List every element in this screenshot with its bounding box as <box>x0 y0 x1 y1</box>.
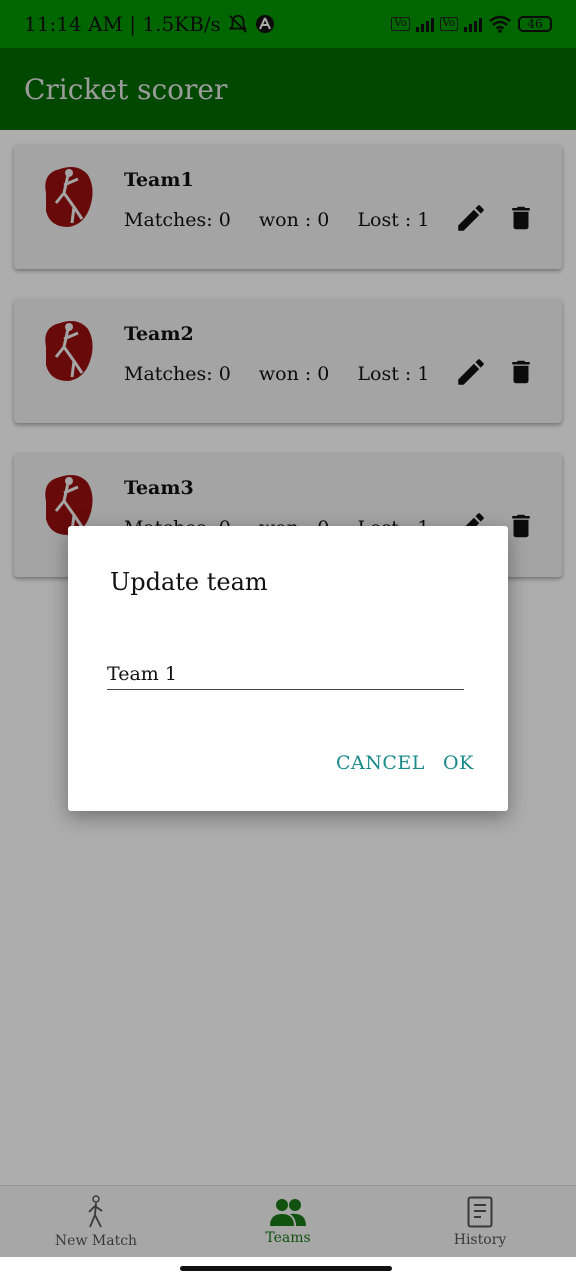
gesture-handle[interactable] <box>180 1266 392 1271</box>
team-name-input[interactable] <box>107 658 464 690</box>
ok-button[interactable]: OK <box>439 748 478 778</box>
gesture-area <box>0 1257 576 1280</box>
update-team-dialog: Update team CANCEL OK <box>68 526 508 811</box>
dialog-title: Update team <box>110 568 268 596</box>
cancel-button[interactable]: CANCEL <box>332 748 429 778</box>
